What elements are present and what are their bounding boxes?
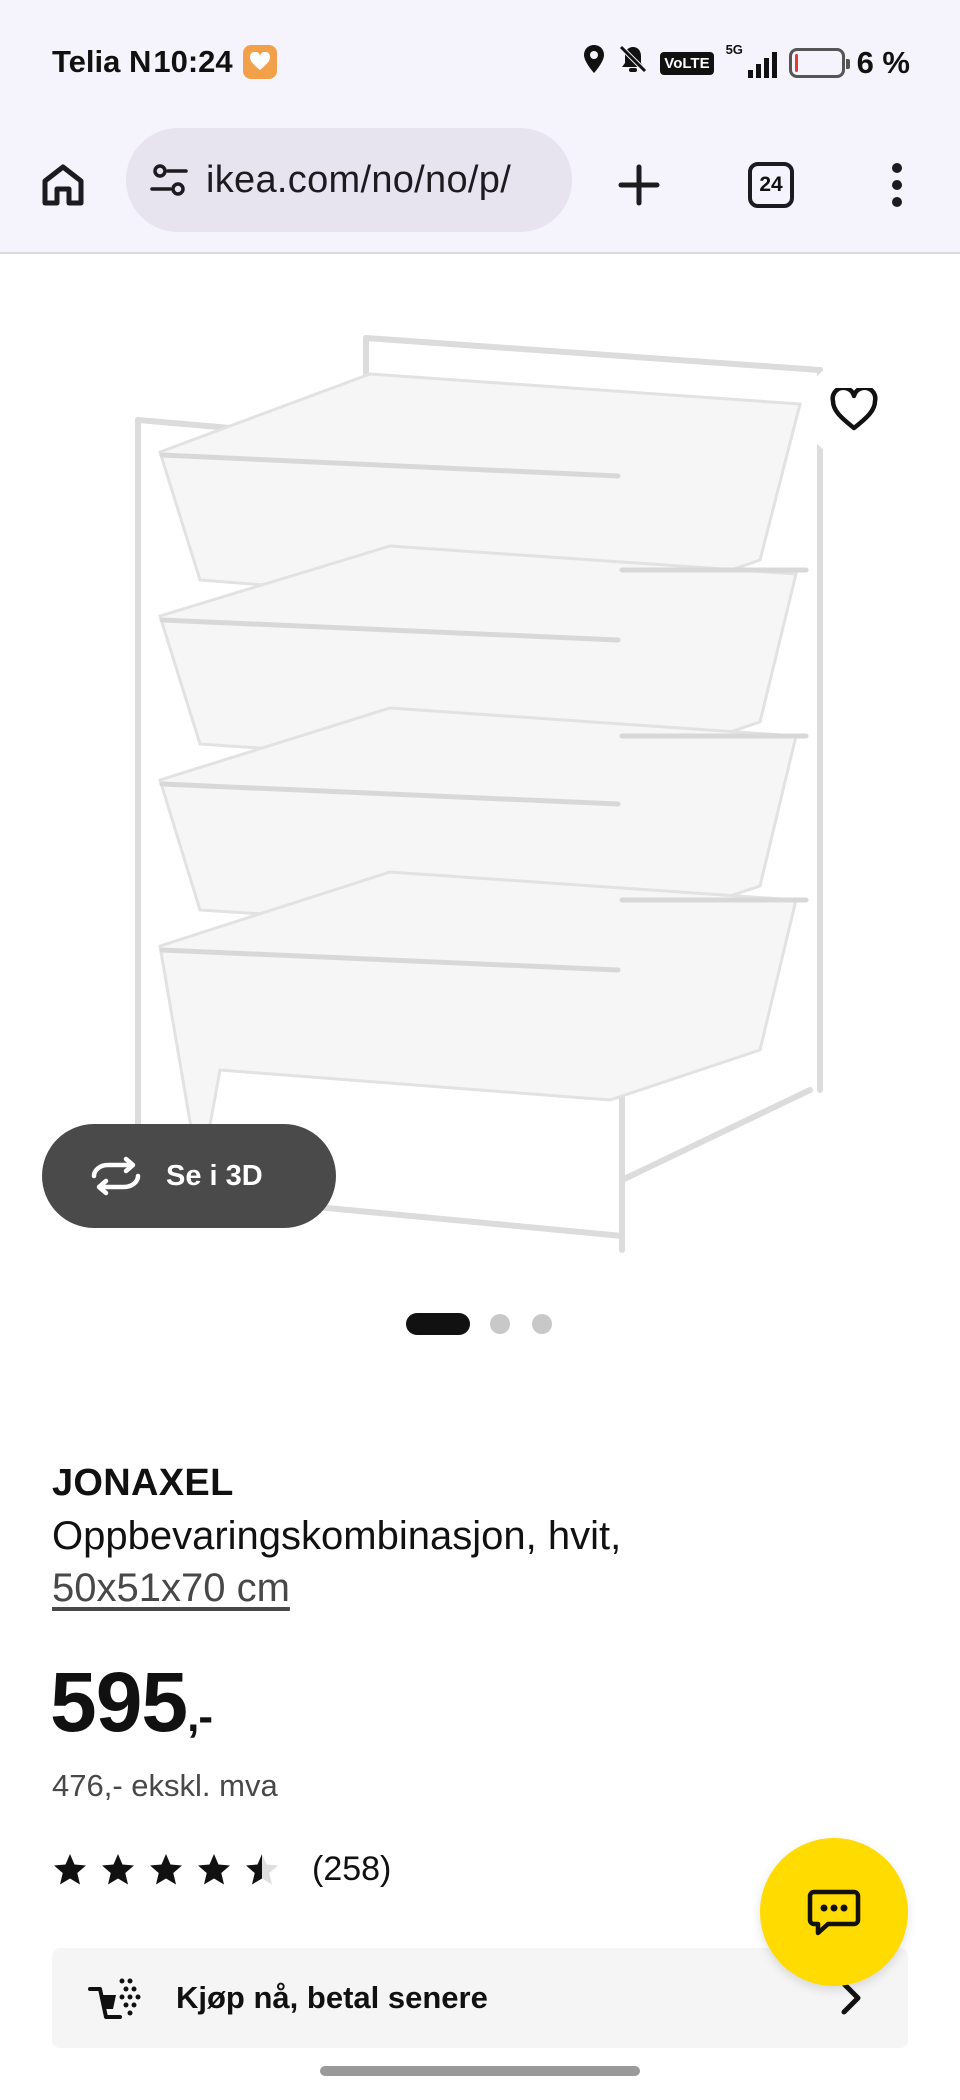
url-text: ikea.com/no/no/p/ <box>206 158 512 201</box>
review-count: (258) <box>312 1850 392 1888</box>
price-value: 595 <box>50 1655 188 1749</box>
price-excl-vat: 476,- ekskl. mva <box>52 1768 278 1803</box>
rating-star-icon <box>150 1853 182 1884</box>
chat-button[interactable] <box>760 1838 908 1986</box>
volte-badge: VoLTE <box>660 51 714 75</box>
battery-percent: 6 % <box>856 45 910 80</box>
carousel-dot-active[interactable] <box>406 1313 470 1335</box>
address-bar[interactable]: ikea.com/no/no/p/ <box>126 128 572 232</box>
image-carousel-indicator <box>0 1312 960 1336</box>
price-suffix: ,- <box>187 1692 213 1741</box>
view-in-3d-label: Se i 3D <box>166 1159 263 1192</box>
overflow-menu-icon <box>892 163 902 207</box>
gesture-navigation-bar[interactable] <box>320 2066 640 2076</box>
new-tab-button[interactable] <box>606 152 672 218</box>
carrier-name: Telia N <box>52 44 152 79</box>
product-description: Oppbevaringskombinasjon, hvit, <box>52 1514 622 1558</box>
buy-now-pay-later-label: Kjøp nå, betal senere <box>176 1980 488 2015</box>
rotate-3d-icon <box>91 1156 141 1196</box>
location-icon <box>582 44 606 82</box>
product-size-link[interactable]: 50x51x70 cm <box>52 1566 290 1611</box>
home-icon <box>42 164 84 206</box>
battery-icon <box>788 48 850 78</box>
status-left: Telia N 10:24 <box>52 44 277 80</box>
status-time: 10:24 <box>153 44 233 79</box>
site-settings-icon[interactable] <box>148 159 190 201</box>
rating-star-icon <box>102 1853 134 1884</box>
favorite-heart-icon <box>830 388 878 431</box>
chat-icon <box>807 1889 861 1936</box>
tab-switcher-button[interactable]: 24 <box>738 152 804 218</box>
rating-stars <box>52 1852 280 1888</box>
tab-switcher-icon: 24 <box>748 162 794 208</box>
overflow-menu-button[interactable] <box>864 152 930 218</box>
notification-app-icon <box>242 45 277 79</box>
new-tab-icon <box>618 164 660 206</box>
rating-star-icon <box>246 1853 278 1884</box>
home-button[interactable] <box>30 152 96 218</box>
status-bar: Telia N 10:24 VoLTE 5G 6 % <box>0 0 960 128</box>
signal-icon: 5G <box>726 42 777 78</box>
carousel-dot[interactable] <box>532 1314 552 1334</box>
browser-toolbar: ikea.com/no/no/p/ 24 <box>0 128 960 254</box>
view-in-3d-button[interactable]: Se i 3D <box>42 1124 336 1228</box>
rating-star-icon <box>54 1853 86 1884</box>
rating-summary[interactable]: (258) <box>52 1850 391 1889</box>
favorite-button[interactable] <box>804 360 904 460</box>
product-name: JONAXEL <box>52 1462 234 1504</box>
bell-muted-icon <box>618 44 648 82</box>
network-gen-label: 5G <box>725 42 743 57</box>
product-price: 595,- <box>50 1654 213 1751</box>
battery-fill <box>794 54 798 72</box>
buy-now-pay-later-icon <box>88 1978 141 2019</box>
rating-star-icon <box>198 1853 230 1884</box>
status-right: VoLTE 5G 6 % <box>582 42 910 82</box>
carousel-dot[interactable] <box>490 1314 510 1334</box>
